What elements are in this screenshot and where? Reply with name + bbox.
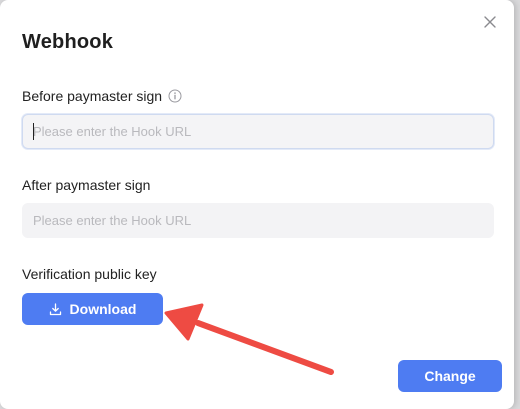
before-sign-label-row: Before paymaster sign	[22, 88, 182, 104]
public-key-label: Verification public key	[22, 266, 157, 282]
download-icon	[49, 302, 61, 315]
webhook-dialog: Webhook Before paymaster sign After paym…	[0, 0, 514, 409]
text-caret	[33, 123, 34, 140]
before-sign-label: Before paymaster sign	[22, 88, 163, 104]
close-icon[interactable]	[481, 13, 499, 31]
download-label: Download	[69, 301, 137, 317]
before-sign-url-input[interactable]	[22, 114, 494, 149]
download-button[interactable]: Download	[22, 293, 163, 325]
info-icon[interactable]	[168, 89, 182, 103]
after-sign-url-input[interactable]	[22, 203, 494, 238]
dialog-title: Webhook	[22, 31, 114, 53]
change-button[interactable]: Change	[398, 360, 502, 392]
after-sign-label: After paymaster sign	[22, 177, 151, 193]
